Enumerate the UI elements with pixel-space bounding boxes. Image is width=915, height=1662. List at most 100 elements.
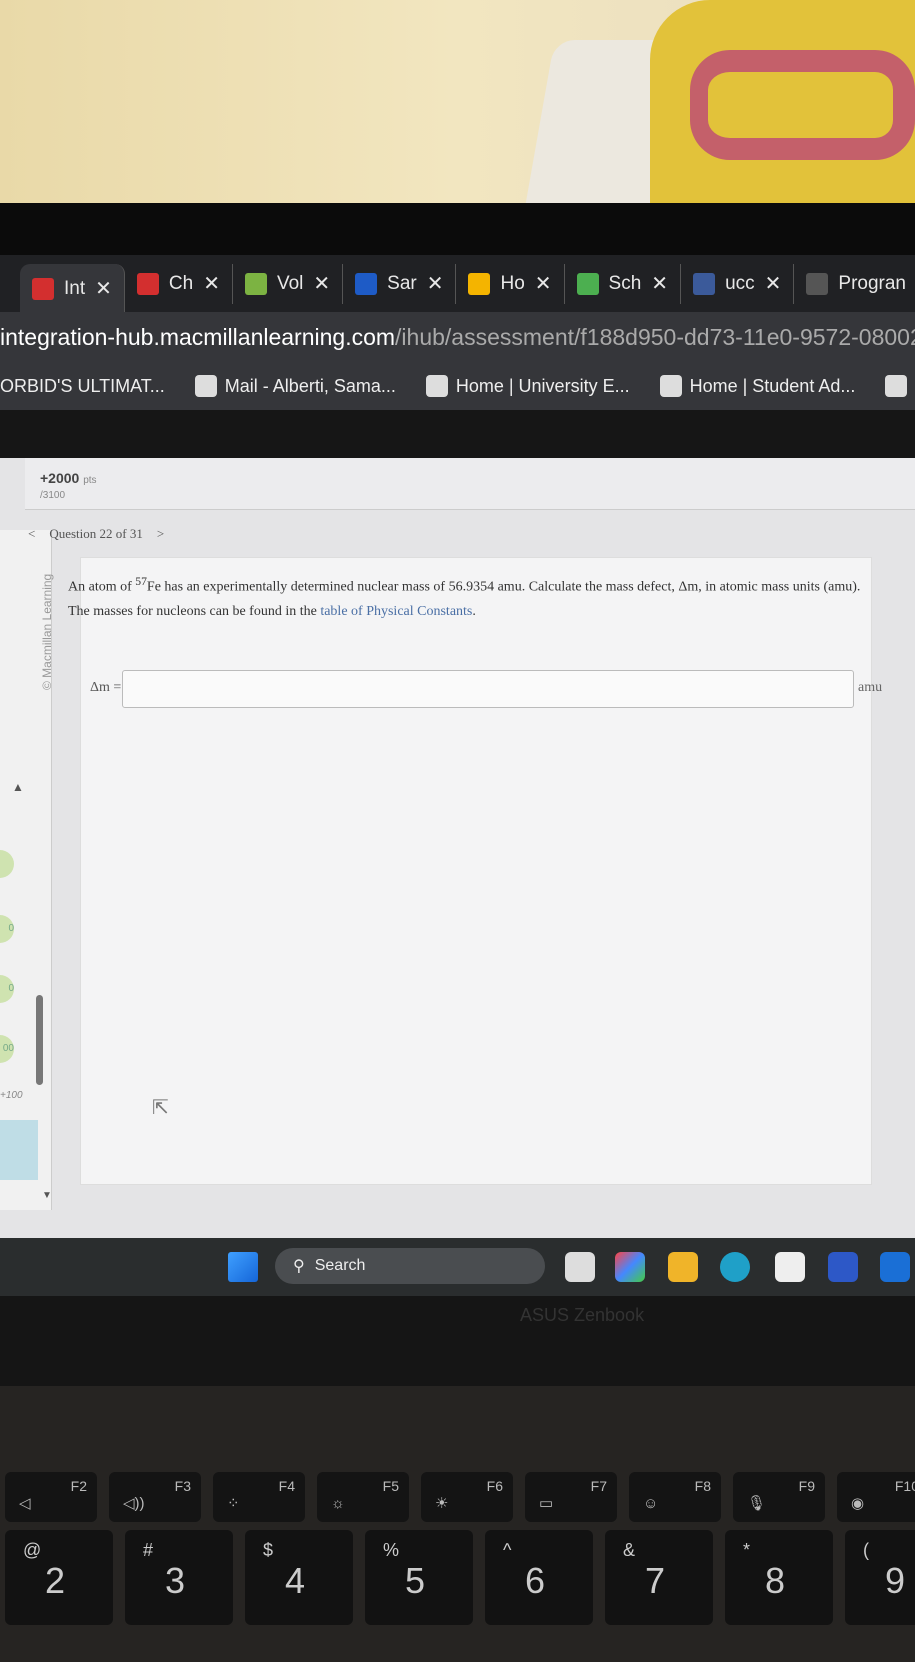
browser-tab[interactable]: Int ✕ — [20, 263, 125, 314]
laptop-bezel — [0, 1296, 915, 1386]
number-key[interactable]: * 8 — [725, 1530, 833, 1625]
function-key[interactable]: F3 ◁)) — [109, 1472, 201, 1522]
function-key[interactable]: F9 🎙 — [733, 1472, 825, 1522]
function-key[interactable]: F4 ⁘ — [213, 1472, 305, 1522]
bookmark-item[interactable]: Home | University E... — [425, 375, 630, 397]
search-label: Search — [314, 1257, 366, 1274]
key-number: 4 — [285, 1560, 306, 1601]
function-key[interactable]: F2 ◁ — [5, 1472, 97, 1522]
close-tab-icon[interactable]: ✕ — [95, 276, 112, 301]
key-number: 7 — [645, 1560, 666, 1601]
app-icon[interactable] — [828, 1252, 858, 1282]
edge-browser-icon[interactable] — [720, 1252, 750, 1282]
browser-tab[interactable]: Ho ✕ — [456, 263, 565, 304]
globe-icon — [806, 272, 829, 295]
scroll-up-arrow[interactable]: ▲ — [12, 780, 24, 794]
function-key[interactable]: F7 ▭ — [525, 1472, 617, 1522]
number-key[interactable]: #3 — [125, 1530, 233, 1625]
question-status-dot[interactable] — [0, 850, 14, 878]
browser-tab[interactable]: Progran — [794, 264, 915, 304]
next-question-button[interactable]: > — [157, 526, 164, 542]
url-domain: integration-hub.macmillanlearning.com — [0, 323, 396, 350]
function-key[interactable]: F5 ☼ — [317, 1472, 409, 1522]
bookmark-label: Mail - Alberti, Sama... — [224, 375, 396, 396]
bookmark-item[interactable]: Mail - Alberti, Sama... — [194, 375, 396, 397]
microsoft-store-icon[interactable] — [775, 1252, 805, 1282]
background-toy-collar — [690, 50, 915, 160]
key-symbol: $ — [263, 1540, 274, 1560]
function-key[interactable]: F10 ◉ — [837, 1472, 915, 1522]
task-view-icon[interactable] — [565, 1252, 595, 1282]
tab-label: Sch — [608, 272, 642, 294]
key-symbol: # — [143, 1540, 154, 1560]
bookmark-favicon-icon — [659, 375, 682, 397]
clover-icon — [244, 272, 267, 295]
points-unit: pts — [83, 475, 97, 486]
key-symbol: & — [623, 1540, 636, 1560]
number-key[interactable]: % 5 — [365, 1530, 473, 1625]
close-tab-icon[interactable]: ✕ — [203, 271, 220, 296]
number-key[interactable]: @2 — [5, 1530, 113, 1625]
browser-tab[interactable]: Sch ✕ — [565, 263, 682, 304]
bookmark-favicon-icon — [194, 375, 217, 397]
bookmark-label: ORBID'S ULTIMAT... — [0, 375, 165, 396]
key-label: F9 — [798, 1478, 815, 1494]
tab-label: ucc — [725, 272, 755, 294]
bookmark-label: Home | Student Ad... — [689, 375, 856, 396]
question-status-dot[interactable]: 0 — [0, 975, 14, 1003]
bookmark-item[interactable]: Home | Student Ad... — [659, 375, 856, 397]
function-key[interactable]: F6 ☀ — [421, 1472, 513, 1522]
number-key[interactable]: ^ 6 — [485, 1530, 593, 1625]
taskbar-search[interactable]: ⚲ Search — [275, 1248, 545, 1284]
sidebar-selected-item[interactable] — [0, 1120, 38, 1180]
key-icon: 🎙 — [747, 1495, 767, 1512]
browser-tab[interactable]: Vol ✕ — [233, 263, 344, 304]
prev-question-button[interactable]: < — [28, 526, 35, 542]
key-icon: ◁)) — [123, 1495, 145, 1512]
browser-tab-bar: Int ✕ Ch ✕ Vol ✕ Sar ✕ Ho ✕ Sch ✕ ucc ✕ Progran — [0, 255, 915, 314]
windows-start-icon[interactable] — [228, 1252, 258, 1282]
bookmark-label: Home | University E... — [455, 375, 630, 396]
browser-tab[interactable]: Ch ✕ — [125, 263, 233, 304]
close-tab-icon[interactable]: ✕ — [427, 271, 444, 296]
score-header — [25, 458, 915, 510]
question-status-dot[interactable]: 0 — [0, 915, 14, 943]
number-key[interactable]: & 7 — [605, 1530, 713, 1625]
tab-label: Ho — [500, 272, 525, 294]
tab-label: Vol — [276, 272, 304, 294]
key-icon: ☀ — [435, 1495, 449, 1512]
key-symbol: % — [383, 1540, 400, 1560]
close-tab-icon[interactable]: ✕ — [765, 271, 782, 296]
address-bar[interactable]: integration-hub.macmillanlearning.com/ih… — [0, 312, 915, 362]
bookmark-favicon-icon — [425, 375, 448, 397]
physical-constants-link[interactable]: table of Physical Constants — [320, 604, 472, 619]
key-label: F4 — [278, 1478, 295, 1494]
sidebar-scrollbar[interactable] — [36, 995, 43, 1085]
close-tab-icon[interactable]: ✕ — [651, 271, 668, 296]
tab-label: Int — [64, 277, 86, 299]
browser-tab[interactable]: Sar ✕ — [343, 263, 457, 304]
answer-label: Δm = — [90, 680, 122, 695]
close-tab-icon[interactable]: ✕ — [313, 271, 330, 296]
question-status-dot[interactable]: 00 — [0, 1035, 14, 1063]
scroll-down-arrow[interactable]: ▼ — [42, 1190, 52, 1201]
number-key[interactable]: $4 — [245, 1530, 353, 1625]
copilot-icon[interactable] — [615, 1252, 645, 1282]
close-tab-icon[interactable]: ✕ — [535, 271, 552, 296]
function-key[interactable]: F8 ☺ — [629, 1472, 721, 1522]
bookmarks-bar: ORBID'S ULTIMAT... Mail - Alberti, Sama..… — [0, 362, 915, 410]
number-key[interactable]: (9 — [845, 1530, 915, 1625]
outlook-icon[interactable] — [880, 1252, 910, 1282]
question-counter: Question 22 of 31 — [49, 526, 143, 541]
points-value: +2000 — [40, 470, 80, 486]
bookmark-item[interactable]: MyHousing | — [885, 375, 915, 397]
bookmark-item[interactable]: ORBID'S ULTIMAT... — [0, 376, 165, 397]
file-explorer-icon[interactable] — [668, 1252, 698, 1282]
key-icon: ◁ — [19, 1495, 31, 1512]
browser-tab[interactable]: ucc ✕ — [681, 263, 795, 304]
sidebar-points: +100 — [0, 1090, 23, 1101]
mass-defect-input[interactable] — [122, 670, 854, 708]
points-score: +2000 pts — [40, 470, 97, 486]
key-label: F3 — [174, 1478, 191, 1494]
question-card — [80, 557, 872, 1185]
